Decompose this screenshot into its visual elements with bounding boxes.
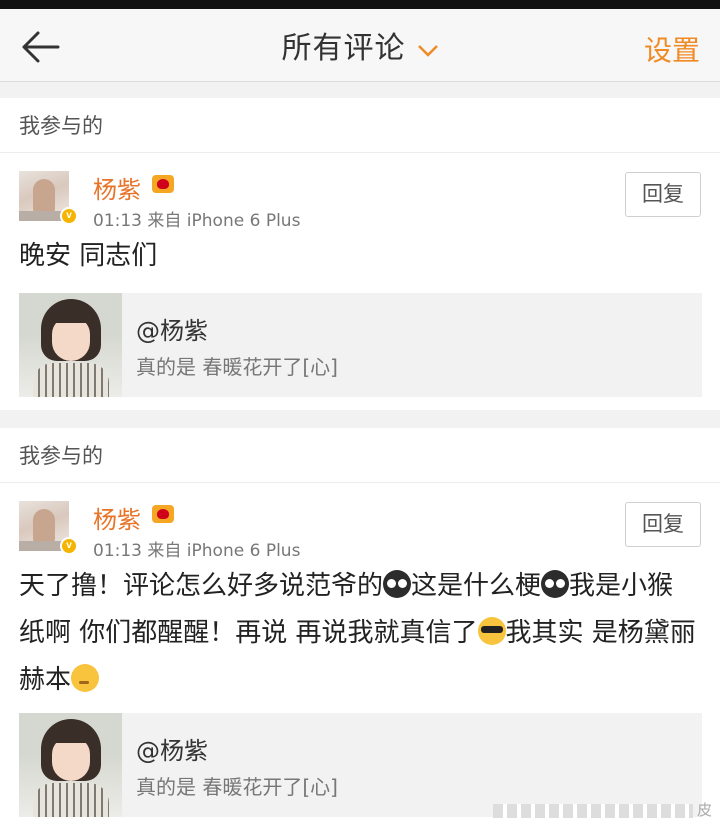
- quoted-post[interactable]: @杨紫 真的是 春暖花开了[心]: [19, 293, 702, 397]
- verified-icon: v: [60, 537, 78, 555]
- emoji-sunglasses-icon: [477, 617, 506, 645]
- comment-part: 天了撸！评论怎么好多说范爷的: [19, 571, 384, 601]
- member-crown-icon: [152, 505, 174, 523]
- navbar: 所有评论 设置: [0, 9, 720, 82]
- watermark: 皮: [492, 799, 712, 820]
- section-label: 我参与的: [0, 98, 720, 153]
- post-time: 01:13: [93, 541, 142, 561]
- status-bar: [0, 0, 720, 9]
- post-time: 01:13: [93, 211, 142, 231]
- quoted-text: 真的是 春暖花开了[心]: [136, 355, 338, 379]
- quoted-mention: @杨紫: [136, 737, 208, 765]
- quoted-post-image: [19, 293, 122, 397]
- username[interactable]: 杨紫: [93, 170, 141, 205]
- emoji-dark-face-icon: [541, 570, 570, 598]
- comment-part: 这是什么梗: [411, 571, 542, 601]
- member-crown-icon: [152, 175, 174, 193]
- settings-button[interactable]: 设置: [644, 29, 700, 69]
- username[interactable]: 杨紫: [93, 500, 141, 535]
- verified-icon: v: [60, 207, 78, 225]
- post-meta: 01:13 来自 iPhone 6 Plus: [93, 536, 300, 561]
- title-dropdown[interactable]: 所有评论: [0, 23, 720, 67]
- post-meta: 01:13 来自 iPhone 6 Plus: [93, 206, 300, 231]
- comment-card: 我参与的 v 杨紫 01:13 来自 iPhone 6 Plus 回复 晚安 同…: [0, 98, 720, 410]
- emoji-dark-face-icon: [383, 570, 412, 598]
- chevron-down-icon: [417, 44, 438, 57]
- post-source: 来自 iPhone 6 Plus: [147, 541, 301, 561]
- quoted-text: 真的是 春暖花开了[心]: [136, 775, 338, 799]
- quoted-post-image: [19, 713, 122, 817]
- emoji-thinking-icon: [71, 664, 100, 692]
- section-label: 我参与的: [0, 428, 720, 483]
- reply-button[interactable]: 回复: [625, 502, 701, 547]
- quoted-mention: @杨紫: [136, 317, 208, 345]
- reply-button[interactable]: 回复: [625, 172, 701, 217]
- comment-card: 我参与的 v 杨紫 01:13 来自 iPhone 6 Plus 回复 天了撸！…: [0, 428, 720, 828]
- comment-text: 晚安 同志们: [19, 241, 158, 271]
- comment-text: 天了撸！评论怎么好多说范爷的 这是什么梗 我是小猴纸啊 你们都醒醒！再说 再说我就真…: [19, 563, 699, 704]
- page-title: 所有评论: [281, 31, 406, 66]
- post-source: 来自 iPhone 6 Plus: [147, 211, 301, 231]
